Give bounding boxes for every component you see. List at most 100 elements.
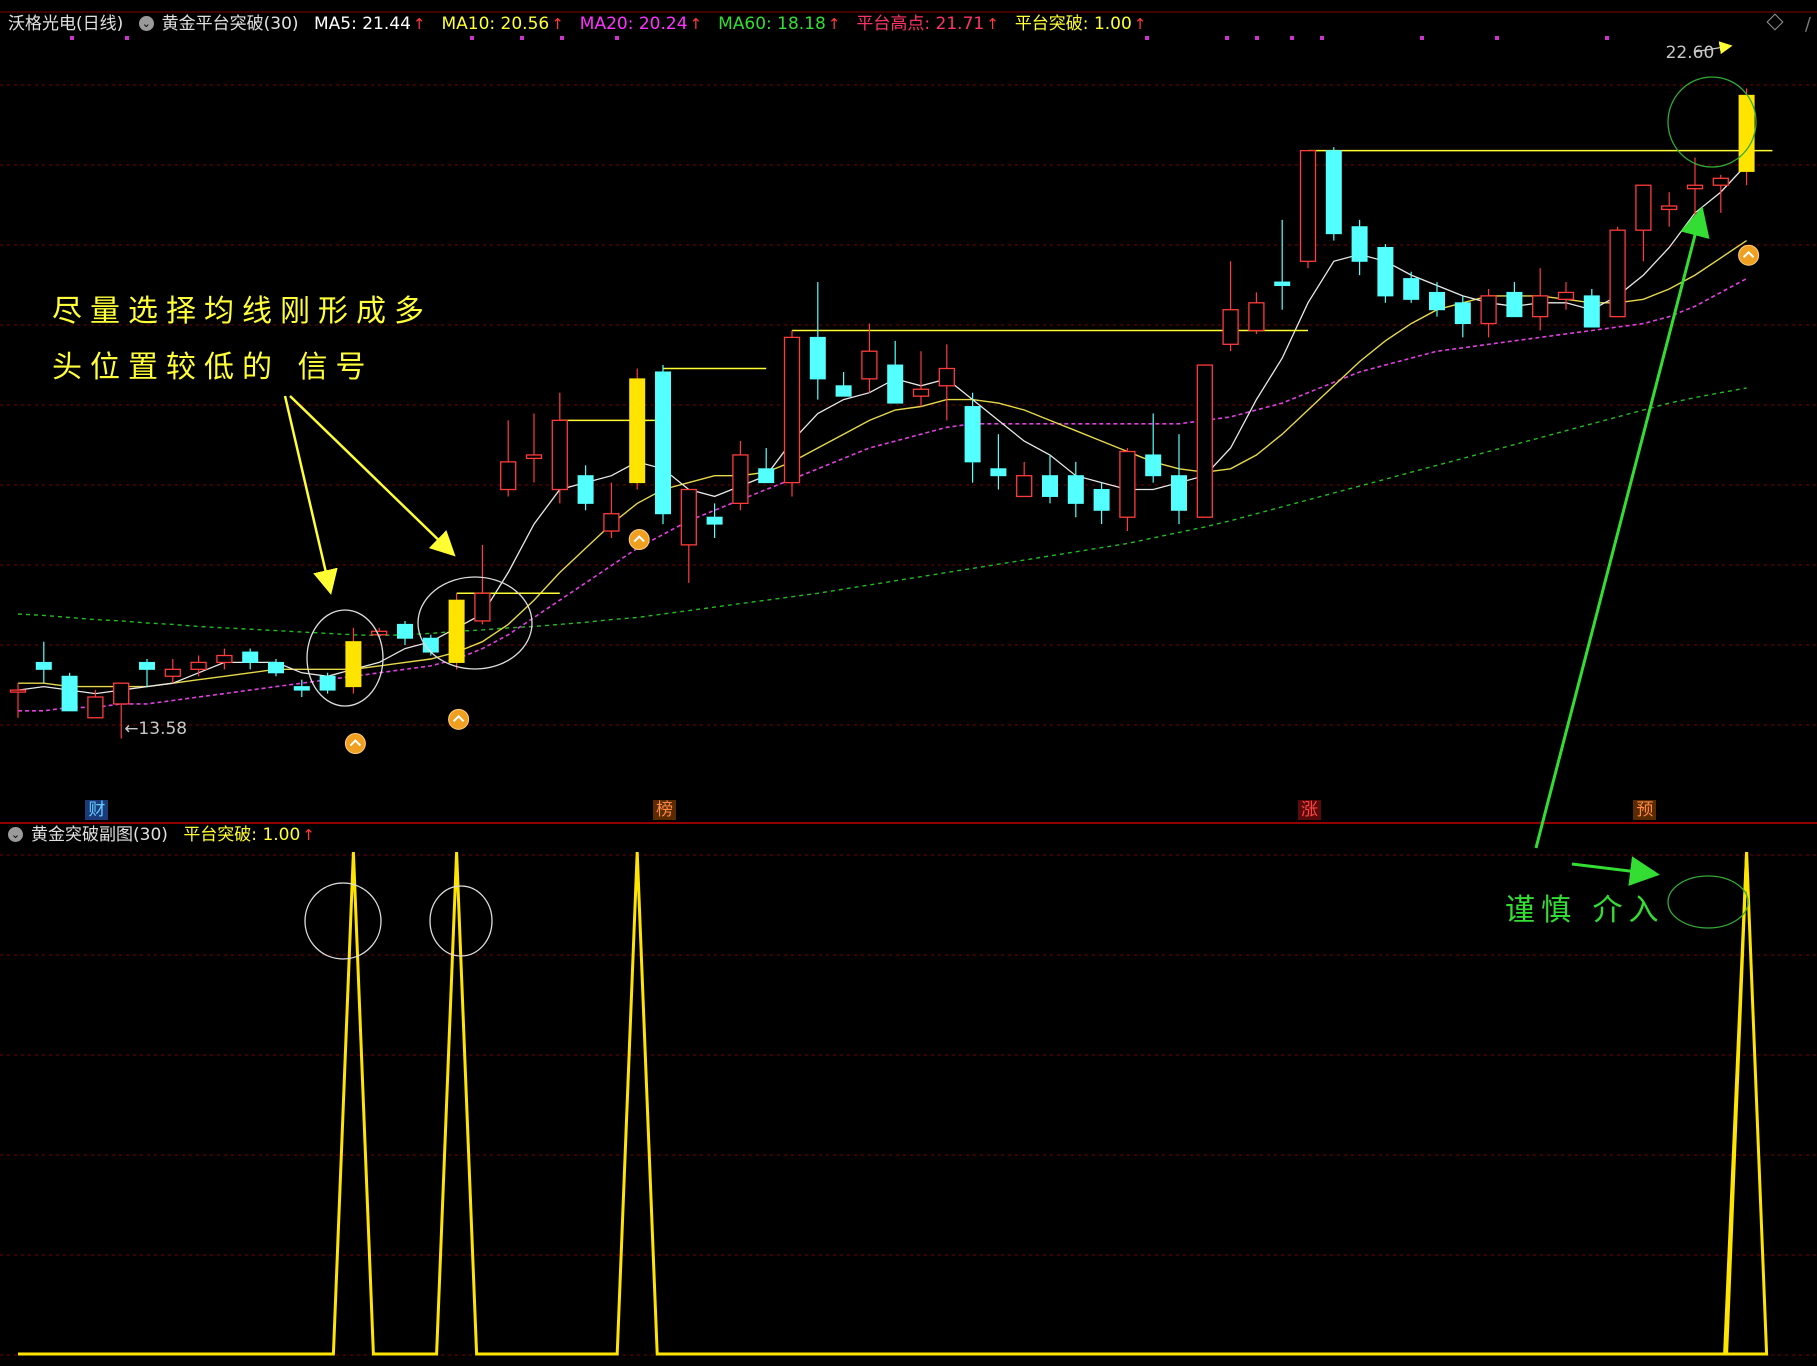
header-item-label: MA60: 18.18	[718, 14, 826, 34]
callout-note-line2: 头位置较低的 信号	[52, 350, 374, 385]
main-header: 沃格光电(日线) ⌄ 黄金平台突破(30) MA5: 21.44 ↑ MA10: 20…	[8, 11, 1170, 37]
candle-body	[319, 675, 336, 691]
highlight-circle	[1667, 875, 1749, 929]
candle-body	[9, 689, 27, 693]
sub-indicator-name[interactable]: 黄金突破副图(30)	[31, 825, 168, 845]
top-marker-dot	[1225, 36, 1229, 40]
header-items: MA5: 21.44 ↑ MA10: 20.56 ↑ MA20: 20.24 ↑ MA60:…	[314, 14, 1162, 34]
up-arrow-icon: ↑	[1133, 15, 1147, 33]
top-marker-dot	[1255, 36, 1259, 40]
candle-body	[1403, 278, 1420, 300]
candle-body	[1325, 150, 1342, 235]
candle-body	[500, 461, 517, 491]
caution-note: 谨慎 介入	[1505, 893, 1665, 928]
up-arrow-icon: ↑	[412, 15, 426, 33]
candle-body	[293, 686, 310, 691]
candle-body	[1145, 454, 1162, 477]
candle-body	[1222, 309, 1239, 345]
candle-body	[706, 516, 723, 525]
moving-averages	[17, 164, 1748, 712]
header-item: 平台高点: 21.71 ↑	[856, 14, 1006, 34]
candle-body	[1686, 184, 1704, 190]
candle-body	[655, 371, 671, 515]
candle-body	[397, 623, 413, 639]
caution-arrow	[1571, 856, 1660, 886]
candle-body	[1119, 450, 1136, 518]
header-item: MA20: 20.24 ↑	[580, 14, 710, 34]
candle-body	[1609, 229, 1626, 318]
candle-body	[61, 675, 78, 712]
event-marker[interactable]: 预	[1633, 800, 1657, 820]
candle-body	[35, 661, 52, 670]
up-arrow-icon: ↑	[986, 15, 999, 33]
header-item: MA10: 20.56 ↑	[441, 14, 571, 34]
candle-body	[1171, 475, 1187, 511]
candle-body	[1583, 295, 1600, 328]
candle-body	[1429, 291, 1445, 311]
candle-body	[448, 599, 465, 663]
candle-body	[1532, 295, 1549, 318]
candle-body	[190, 661, 207, 670]
up-arrow-icon: ↑	[302, 826, 315, 844]
candle-body	[1635, 184, 1652, 231]
event-marker[interactable]: 财	[85, 800, 109, 820]
chart-stage: ←13.58 22.60	[0, 0, 1817, 1362]
candle-body	[1661, 205, 1678, 211]
top-marker-dot	[1320, 36, 1324, 40]
ma60-line	[17, 387, 1747, 637]
candle-body	[1093, 489, 1110, 511]
candle-body	[1712, 177, 1729, 186]
candle-body	[1506, 291, 1523, 318]
up-arrow-icon: ↑	[689, 15, 703, 33]
candle-body	[474, 592, 491, 622]
candle-body	[1738, 94, 1755, 172]
candle-body	[1016, 475, 1033, 498]
candle-body	[732, 454, 749, 505]
draw-tool-icon[interactable]: /	[1805, 14, 1811, 35]
signal-marker	[344, 733, 366, 755]
stock-name[interactable]: 沃格光电(日线)	[8, 14, 123, 34]
header-item-label: 平台突破: 1.00	[1014, 14, 1132, 34]
header-item-label: MA5: 21.44	[313, 14, 411, 34]
highlight-circle	[417, 576, 533, 670]
candle-body	[758, 468, 775, 484]
sub-header-item: 平台突破: 1.00 ↑	[183, 825, 323, 845]
highlight-circle	[304, 882, 382, 960]
candle-body	[551, 419, 568, 491]
up-arrow-icon: ↑	[827, 15, 841, 33]
header-item-label: MA20: 20.24	[579, 14, 688, 34]
price-chart: ←13.58 22.60	[0, 11, 1817, 1356]
callout-note-line1: 尽量选择均线刚形成多	[52, 294, 432, 329]
signal-marker	[448, 708, 470, 730]
signal-markers	[344, 244, 1760, 755]
candlesticks	[9, 88, 1755, 739]
candle-body	[1557, 291, 1575, 300]
price-label: ←13.58	[124, 719, 187, 739]
event-marker[interactable]: 涨	[1298, 800, 1321, 820]
candle-body	[268, 661, 284, 674]
indicator-name[interactable]: 黄金平台突破(30)	[162, 14, 299, 34]
candle-body	[1042, 475, 1058, 497]
candle-body	[1351, 226, 1368, 262]
candle-body	[1248, 302, 1265, 332]
candle-body	[1299, 150, 1317, 262]
grid-lines	[0, 11, 1817, 1356]
candle-body	[525, 454, 543, 460]
signal-marker	[1738, 244, 1760, 266]
event-marker[interactable]: 榜	[653, 800, 676, 820]
candle-body	[371, 630, 388, 636]
candle-body	[861, 350, 878, 380]
candle-body	[912, 388, 930, 397]
chevron-down-icon[interactable]: ⌄	[8, 826, 23, 842]
platform-lines	[456, 149, 1773, 595]
candle-body	[164, 668, 181, 677]
annotation-shapes	[283, 76, 1757, 960]
candle-body	[87, 696, 104, 719]
up-arrow-icon: ↑	[551, 15, 564, 33]
candle-body	[1454, 302, 1471, 325]
candle-body	[990, 468, 1007, 477]
callout-arrow	[283, 395, 338, 595]
sub-header-item-label: 平台突破: 1.00	[183, 825, 301, 845]
chevron-down-icon[interactable]: ⌄	[138, 15, 154, 31]
candle-body	[964, 406, 981, 463]
